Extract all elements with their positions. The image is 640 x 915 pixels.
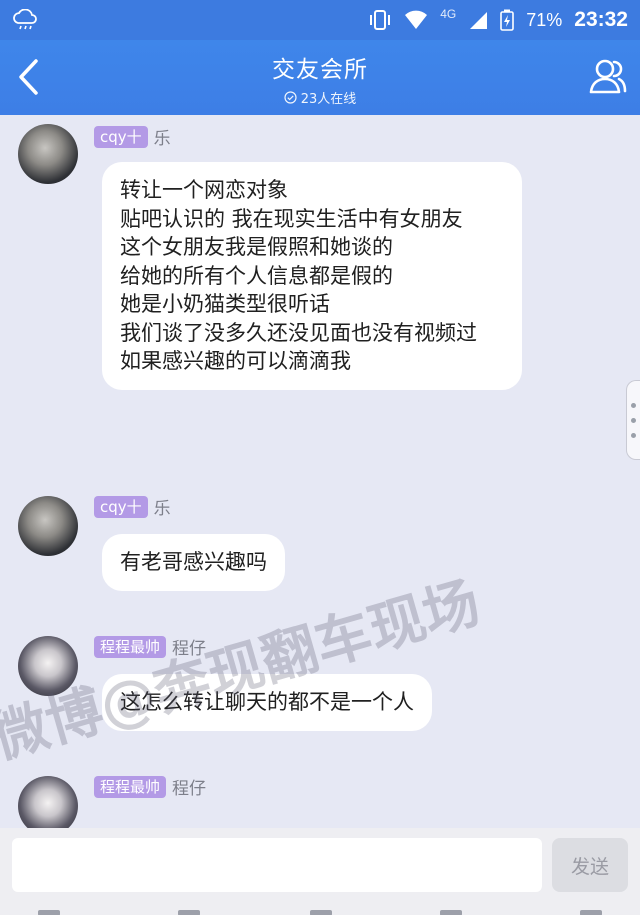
handle-dot [631,433,636,438]
chat-header: 交友会所 23人在线 [0,40,640,115]
image-icon[interactable] [178,910,200,915]
group-members-button[interactable] [586,54,630,98]
online-check-icon [284,91,297,104]
member-title-badge: cqy十 [94,125,148,148]
weather-cloud-icon [12,9,38,31]
page-title: 交友会所 [272,57,368,83]
sender-row: 程程最帅 程仔 [94,774,206,799]
avatar[interactable] [18,124,78,184]
sender-nickname: 乐 [153,129,171,149]
sender-row: cqy十 乐 [94,494,171,519]
input-toolbar [0,902,640,915]
message-bubble[interactable]: 转让一个网恋对象 贴吧认识的 我在现实生活中有女朋友 这个女朋友我是假照和她谈的… [102,162,522,390]
wifi-icon [404,10,428,30]
message-bubble[interactable]: 有老哥感兴趣吗 [102,534,285,591]
camera-icon[interactable] [310,910,332,915]
handle-dot [631,418,636,423]
avatar[interactable] [18,776,78,836]
handle-dot [631,403,636,408]
sender-nickname: 乐 [153,499,171,519]
more-icon[interactable] [580,910,602,915]
emoji-icon[interactable] [440,910,462,915]
online-count: 23人在线 [284,88,357,107]
member-title-badge: cqy十 [94,495,148,518]
avatar[interactable] [18,636,78,696]
side-drawer-handle[interactable] [626,380,640,460]
clock: 23:32 [574,8,628,31]
member-title-badge: 程程最帅 [94,635,167,658]
sender-row: cqy十 乐 [94,124,171,149]
sender-nickname: 程仔 [172,639,207,659]
message-input[interactable] [12,838,542,892]
message-bubble[interactable]: 这怎么转让聊天的都不是一个人 [102,674,432,731]
signal-icon [468,10,488,30]
battery-icon [500,9,515,31]
vibrate-icon [368,9,392,31]
battery-percent: 71% [526,9,563,30]
online-count-label: 23人在线 [300,92,357,107]
voice-icon[interactable] [38,910,60,915]
sender-row: 程程最帅 程仔 [94,634,206,659]
status-icons: 4G 71% 23:32 [368,7,628,32]
send-button[interactable]: 发送 [552,838,628,892]
title-block: 交友会所 23人在线 [0,50,640,108]
sender-nickname: 程仔 [172,779,207,799]
avatar[interactable] [18,496,78,556]
network-type: 4G [440,7,457,21]
group-members-icon [589,59,627,94]
message-input-bar: 发送 [0,828,640,915]
member-title-badge: 程程最帅 [94,775,167,798]
status-bar: 4G 71% 23:32 [0,0,640,40]
